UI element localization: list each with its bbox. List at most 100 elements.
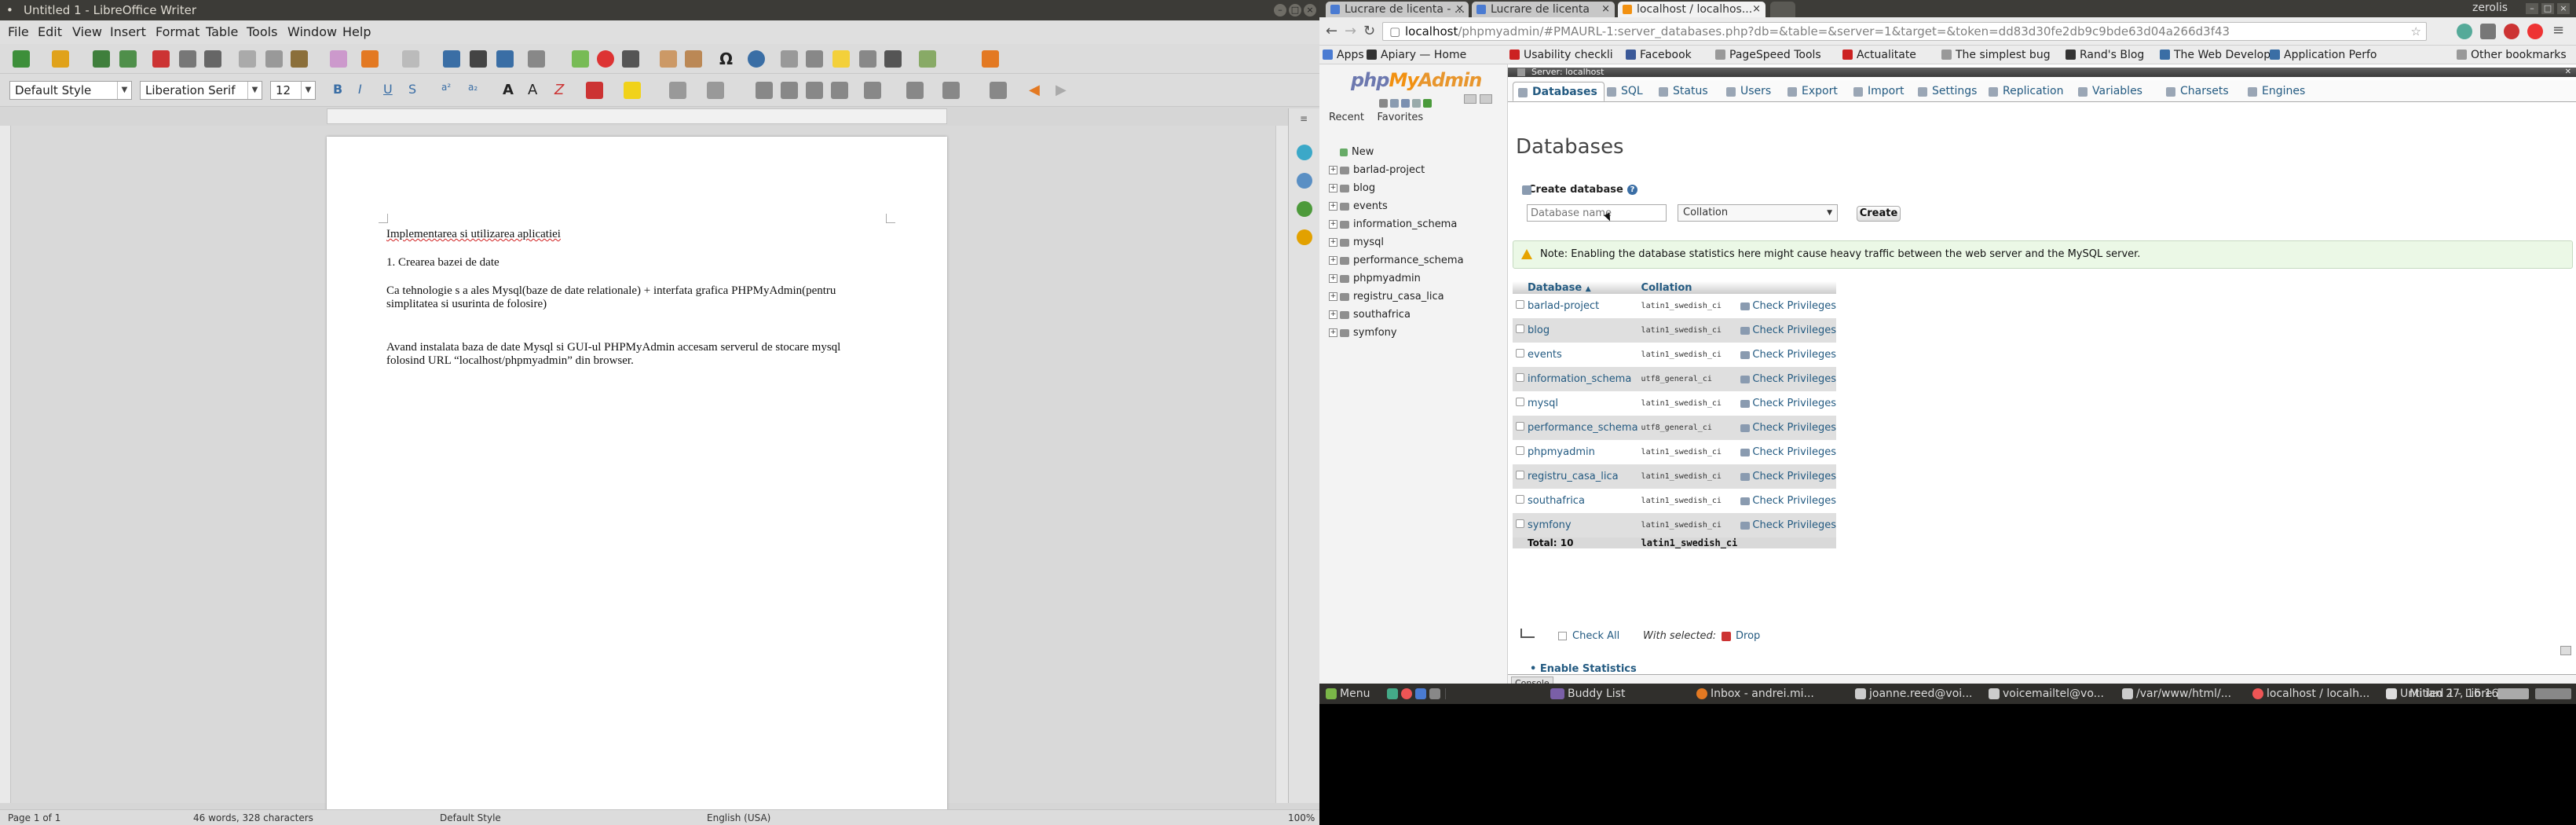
phpmyadmin-logo[interactable]: phpMyAdmin xyxy=(1351,69,1482,91)
expand-icon[interactable]: + xyxy=(1329,184,1337,192)
expand-icon[interactable]: + xyxy=(1329,256,1337,265)
table-row[interactable]: southafrica latin1_swedish_ci Check Privil… xyxy=(1513,489,1837,513)
other-bookmarks[interactable]: Other bookmarks xyxy=(2457,46,2567,64)
bookmark-star-icon[interactable]: ☆ xyxy=(2411,23,2421,40)
bookmark-web-developer[interactable]: The Web Develop xyxy=(2160,46,2270,64)
database-name-link[interactable]: mysql xyxy=(1524,391,1638,416)
start-menu[interactable]: Menu xyxy=(1324,684,1370,704)
spelling-icon[interactable] xyxy=(470,50,487,68)
check-privileges-link[interactable]: Check Privileges xyxy=(1737,367,1837,391)
special-character-icon[interactable]: Ω xyxy=(719,50,737,68)
horizontal-ruler[interactable] xyxy=(327,108,947,124)
bookmark-simplest-bug[interactable]: The simplest bug xyxy=(1941,46,2051,64)
insert-textbox-icon[interactable] xyxy=(622,50,639,68)
chrome-menu-icon[interactable]: ≡ xyxy=(2552,22,2564,38)
close-icon[interactable]: × xyxy=(1304,4,1316,16)
link-icon[interactable] xyxy=(1480,94,1492,104)
tree-item[interactable]: + mysql xyxy=(1329,236,1384,248)
expand-icon[interactable]: + xyxy=(1329,328,1337,337)
tree-item[interactable]: + southafrica xyxy=(1329,309,1411,321)
profile-name[interactable]: zerolis xyxy=(2472,2,2508,14)
check-privileges-link[interactable]: Check Privileges xyxy=(1737,440,1837,464)
bookmark-pagespeed[interactable]: PageSpeed Tools xyxy=(1715,46,1821,64)
align-left-icon[interactable] xyxy=(756,82,773,99)
table-row[interactable]: phpmyadmin latin1_swedish_ci Check Privile… xyxy=(1513,440,1837,464)
doc-paragraph-4[interactable]: Avand instalata baza de date Mysql si GU… xyxy=(386,341,873,368)
decrease-indent-icon[interactable] xyxy=(990,82,1007,99)
tree-item[interactable]: + barlad-project xyxy=(1329,164,1425,176)
copy-icon[interactable] xyxy=(265,50,283,68)
tray-icons[interactable] xyxy=(2497,688,2529,699)
paragraph-style-select[interactable]: Default Style ▼ xyxy=(9,81,132,100)
row-checkbox[interactable] xyxy=(1516,422,1524,431)
task-joanne[interactable]: joanne.reed@voi... xyxy=(1853,684,1973,704)
status-language[interactable]: English (USA) xyxy=(707,810,770,825)
maximize-icon[interactable]: □ xyxy=(2541,3,2554,14)
doc-paragraph-1[interactable]: Implementarea si utilizarea aplicatiei xyxy=(386,228,873,241)
styles-icon[interactable] xyxy=(1297,173,1312,189)
highlight-icon[interactable] xyxy=(624,82,641,99)
bookmark-facebook[interactable]: Facebook xyxy=(1626,46,1692,64)
insert-image-icon[interactable] xyxy=(572,50,589,68)
close-icon[interactable]: × xyxy=(2557,3,2570,14)
row-checkbox[interactable] xyxy=(1516,519,1524,528)
expand-icon[interactable]: + xyxy=(1329,202,1337,211)
clone-formatting-icon[interactable] xyxy=(330,50,347,68)
database-name-link[interactable]: blog xyxy=(1524,318,1638,343)
print-icon[interactable] xyxy=(179,50,196,68)
help-icon[interactable]: ? xyxy=(1627,185,1637,195)
database-name-link[interactable]: phpmyadmin xyxy=(1524,440,1638,464)
row-checkbox[interactable] xyxy=(1516,300,1524,309)
new-tab-button[interactable] xyxy=(1770,2,1795,17)
justify-icon[interactable] xyxy=(831,82,848,99)
bookmark-apps[interactable]: Apps xyxy=(1323,46,1364,64)
find-replace-icon[interactable] xyxy=(443,50,460,68)
opera-icon[interactable] xyxy=(2527,24,2543,39)
minimize-icon[interactable]: – xyxy=(2526,3,2538,14)
lo-app-menu-icon[interactable]: • xyxy=(6,0,13,20)
table-row[interactable]: symfony latin1_swedish_ci Check Privileges xyxy=(1513,513,1837,537)
database-name-link[interactable]: barlad-project xyxy=(1524,294,1638,318)
clear-format-icon[interactable]: Z xyxy=(554,82,572,99)
menu-window[interactable]: Window xyxy=(287,20,337,44)
tab-settings[interactable]: Settings xyxy=(1916,82,1977,101)
numbering-icon[interactable] xyxy=(707,82,724,99)
check-privileges-link[interactable]: Check Privileges xyxy=(1737,294,1837,318)
row-checkbox[interactable] xyxy=(1516,349,1524,358)
row-checkbox[interactable] xyxy=(1516,495,1524,504)
task-buddy-list[interactable] xyxy=(1437,684,1569,704)
arrow-left-icon[interactable]: ◀ xyxy=(1029,82,1046,99)
tab-charsets[interactable]: Charsets xyxy=(2164,82,2229,101)
insert-field-icon[interactable] xyxy=(685,50,702,68)
show-desktop-icon[interactable] xyxy=(1387,688,1398,699)
menu-table[interactable]: Table xyxy=(206,20,238,44)
vertical-ruler[interactable] xyxy=(0,126,11,803)
arrow-right-icon[interactable]: ▶ xyxy=(1056,82,1073,99)
line-icon[interactable] xyxy=(884,50,902,68)
redo-icon[interactable] xyxy=(402,50,419,68)
hyperlink-icon[interactable] xyxy=(748,50,765,68)
track-changes-icon[interactable] xyxy=(859,50,876,68)
header-database[interactable]: Database ▲ xyxy=(1524,281,1638,294)
tab-variables[interactable]: Variables xyxy=(2077,82,2142,101)
formatting-marks-icon[interactable] xyxy=(496,50,514,68)
expand-icon[interactable]: + xyxy=(1329,292,1337,301)
expand-icon[interactable]: + xyxy=(1329,238,1337,247)
menu-format[interactable]: Format xyxy=(156,20,199,44)
align-center-icon[interactable] xyxy=(781,82,798,99)
navigator-icon[interactable] xyxy=(1297,229,1312,245)
tab-export[interactable]: Export xyxy=(1786,82,1838,101)
check-privileges-link[interactable]: Check Privileges xyxy=(1737,391,1837,416)
collation-select[interactable]: Collation ▼ xyxy=(1678,204,1838,222)
extension-icon[interactable] xyxy=(2480,24,2496,39)
shadow-icon[interactable]: A xyxy=(503,82,520,99)
save-icon[interactable] xyxy=(93,50,110,68)
menu-edit[interactable]: Edit xyxy=(38,20,62,44)
tree-item[interactable]: + phpmyadmin xyxy=(1329,273,1421,284)
chrome-launcher-icon[interactable] xyxy=(1401,688,1412,699)
database-name-link[interactable]: registru_casa_lica xyxy=(1524,464,1638,489)
database-name-link[interactable]: performance_schema xyxy=(1524,416,1638,440)
tree-item[interactable]: + information_schema xyxy=(1329,218,1457,230)
underline-icon[interactable]: U xyxy=(383,82,401,99)
maximize-icon[interactable]: □ xyxy=(1289,4,1301,16)
